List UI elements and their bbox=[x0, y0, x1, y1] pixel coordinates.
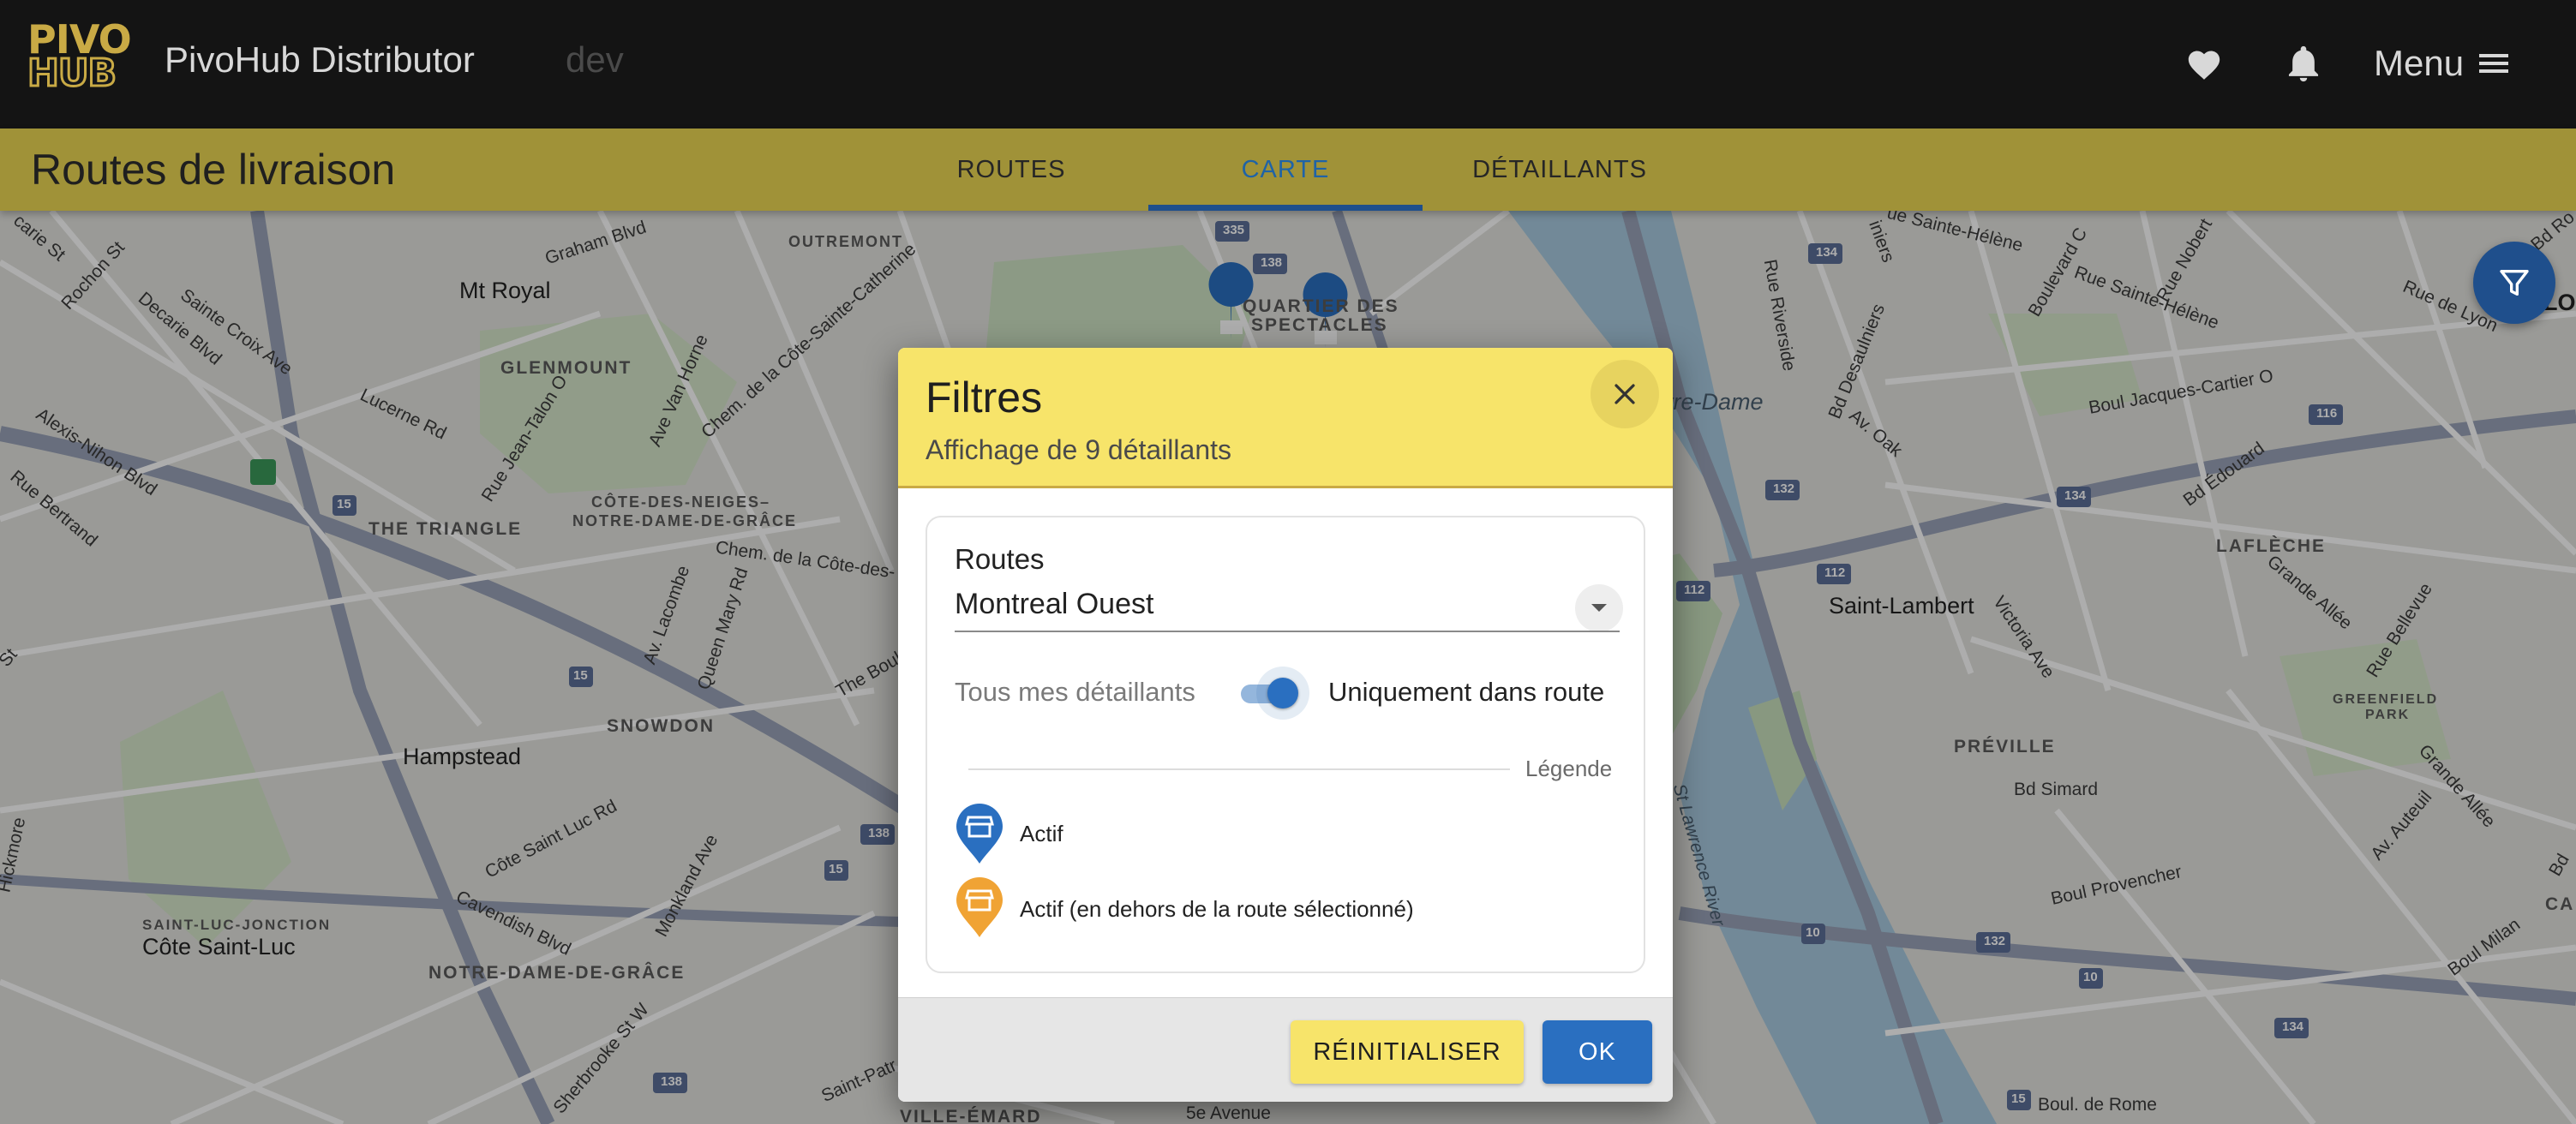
close-button[interactable] bbox=[1591, 360, 1659, 428]
app-title: PivoHub Distributor bbox=[165, 39, 475, 80]
hamburger-icon bbox=[2479, 54, 2509, 73]
pivohub-logo[interactable]: PIVO HUB bbox=[27, 20, 135, 98]
filter-button[interactable] bbox=[2473, 242, 2555, 324]
toggle-label-route: Uniquement dans route bbox=[1328, 677, 1605, 707]
page-header: Routes de livraison ROUTES CARTE DÉTAILL… bbox=[0, 129, 2576, 211]
routes-dropdown-button[interactable] bbox=[1575, 584, 1623, 632]
filter-icon bbox=[2500, 270, 2529, 296]
tab-routes[interactable]: ROUTES bbox=[874, 129, 1148, 211]
dialog-footer: RÉINITIALISER OK bbox=[898, 997, 1673, 1102]
dialog-subtitle: Affichage de 9 détaillants bbox=[926, 434, 1231, 465]
app-bar: PIVO HUB PivoHub Distributor dev Menu bbox=[0, 0, 2576, 129]
store-pin-blue-icon bbox=[956, 804, 1003, 864]
legend-divider bbox=[968, 768, 1510, 770]
route-only-toggle[interactable] bbox=[1236, 667, 1309, 720]
legend-label-actif: Actif bbox=[1020, 821, 1063, 846]
toggle-thumb bbox=[1267, 678, 1298, 708]
store-pin-orange-icon bbox=[956, 877, 1003, 937]
reset-button[interactable]: RÉINITIALISER bbox=[1291, 1020, 1524, 1084]
menu-label: Menu bbox=[2374, 43, 2465, 83]
page-title: Routes de livraison bbox=[31, 146, 396, 194]
dialog-title: Filtres bbox=[926, 374, 1043, 422]
toggle-label-all: Tous mes détaillants bbox=[955, 677, 1195, 707]
chevron-down-icon bbox=[1591, 604, 1607, 612]
routes-select[interactable]: Montreal Ouest bbox=[955, 588, 1153, 621]
legend-title: Légende bbox=[1525, 756, 1613, 781]
heart-icon bbox=[2188, 51, 2220, 80]
tab-detaillants[interactable]: DÉTAILLANTS bbox=[1423, 129, 1697, 211]
ok-button[interactable]: OK bbox=[1543, 1020, 1652, 1084]
legend-label-actif-hors-route: Actif (en dehors de la route sélectionné… bbox=[1020, 896, 1414, 922]
dialog-header: Filtres Affichage de 9 détaillants bbox=[898, 348, 1673, 488]
filters-dialog: Filtres Affichage de 9 détaillants Route… bbox=[898, 348, 1673, 1102]
menu-button[interactable]: Menu bbox=[2374, 33, 2509, 94]
environment-label: dev bbox=[566, 39, 624, 80]
bell-icon bbox=[2288, 45, 2319, 82]
favorites-button[interactable] bbox=[2173, 33, 2235, 94]
filters-card: Routes Montreal Ouest Tous mes détaillan… bbox=[926, 516, 1645, 973]
routes-select-underline bbox=[955, 631, 1620, 632]
routes-label: Routes bbox=[955, 543, 1045, 575]
close-icon bbox=[1614, 384, 1635, 404]
tab-carte[interactable]: CARTE bbox=[1148, 129, 1423, 211]
notifications-button[interactable] bbox=[2273, 33, 2334, 94]
